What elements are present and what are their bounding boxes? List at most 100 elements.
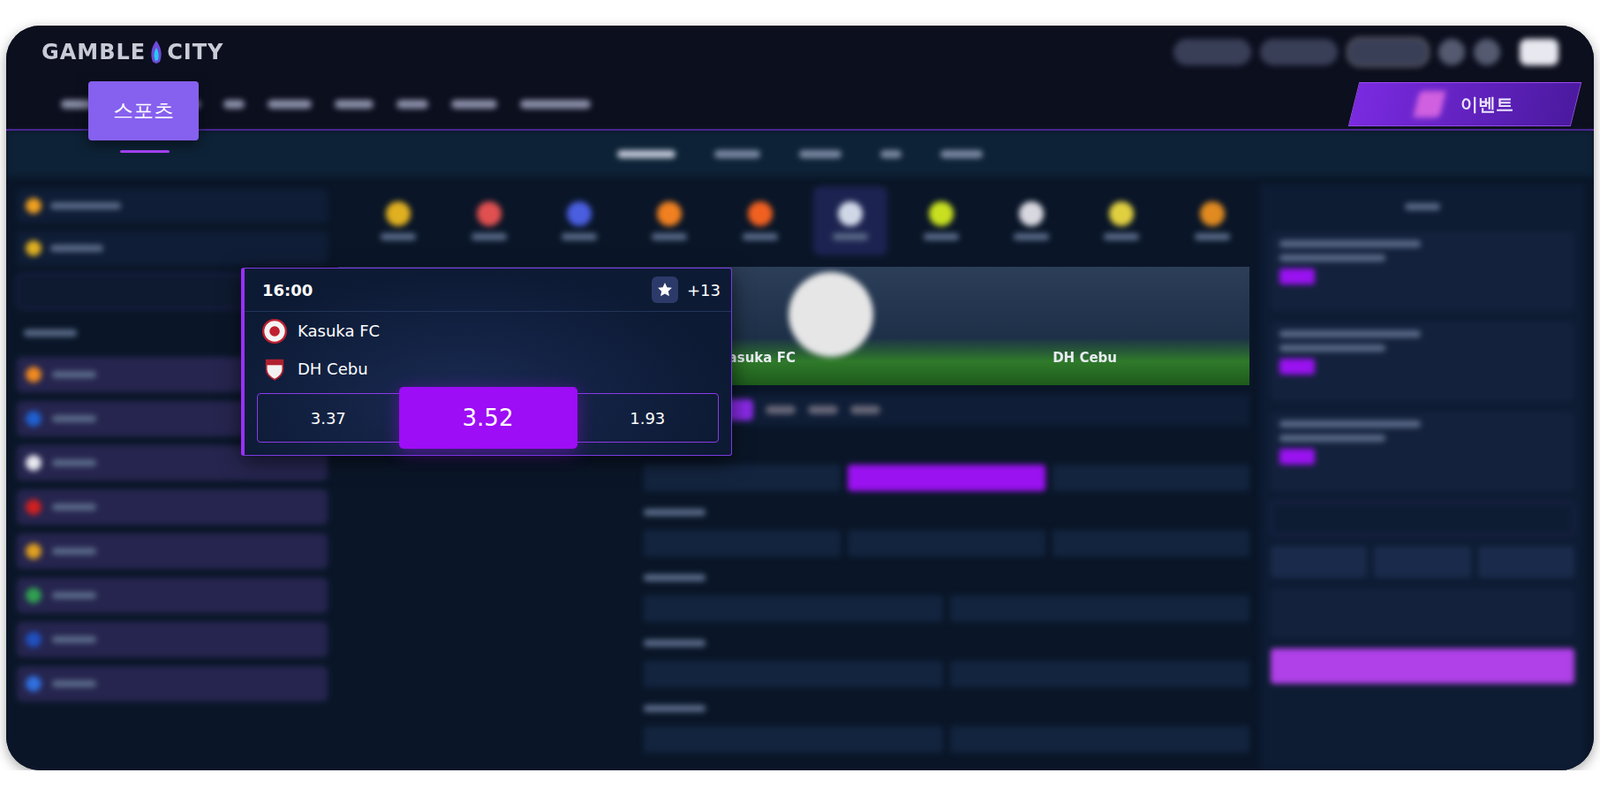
favorites-row[interactable] xyxy=(16,188,328,223)
match-card: 16:00 +13 Kasuka FC DH Cebu 3.373.521.93 xyxy=(241,267,733,456)
place-bet-button[interactable] xyxy=(1270,648,1575,684)
favorite-button[interactable] xyxy=(651,276,679,303)
sport-tab[interactable] xyxy=(723,186,798,256)
odds-cell[interactable] xyxy=(643,464,841,491)
sport-icon xyxy=(476,201,502,227)
banner-away: DH Cebu xyxy=(1052,349,1117,366)
market xyxy=(643,501,1250,557)
sub-nav-item[interactable] xyxy=(880,150,902,159)
bet-slip xyxy=(1260,183,1585,770)
odds-cell[interactable] xyxy=(847,529,1045,557)
sub-nav-item[interactable] xyxy=(940,150,983,159)
odds-cell[interactable] xyxy=(950,660,1250,687)
nav-item[interactable] xyxy=(396,99,429,109)
nav-item[interactable] xyxy=(223,99,245,109)
country-item[interactable] xyxy=(16,621,328,657)
sport-icons-row xyxy=(338,183,1250,258)
logo-left-text: GAMBLE xyxy=(41,39,146,65)
support-pill[interactable] xyxy=(1173,38,1252,66)
top-bar: GAMBLE CITY xyxy=(6,25,1594,79)
odds-cell[interactable] xyxy=(643,725,944,753)
deposit-pill[interactable] xyxy=(1346,37,1430,68)
ball-icon xyxy=(788,271,874,357)
nav-item[interactable] xyxy=(520,99,591,109)
sport-tab[interactable] xyxy=(813,186,888,256)
odds-cell[interactable] xyxy=(1052,464,1250,491)
sub-nav xyxy=(6,130,1594,177)
sub-nav-item[interactable] xyxy=(617,150,676,159)
event-button[interactable]: 이벤트 xyxy=(1348,82,1582,127)
sport-tab[interactable] xyxy=(451,186,526,256)
market-tabs xyxy=(643,393,1250,426)
sport-tab[interactable] xyxy=(361,186,436,256)
stake-field[interactable] xyxy=(1270,501,1575,536)
odds-button[interactable]: 3.37 xyxy=(257,396,400,440)
home-crest-icon xyxy=(262,318,287,344)
event-label: 이벤트 xyxy=(1460,91,1514,116)
star-icon xyxy=(656,280,674,299)
sport-tab[interactable] xyxy=(1084,186,1159,256)
sports-tab[interactable]: 스포츠 xyxy=(88,81,199,141)
sport-tab[interactable] xyxy=(542,186,617,256)
away-team: DH Cebu xyxy=(244,349,732,388)
sport-icon xyxy=(566,201,592,227)
card-header: 16:00 +13 xyxy=(244,268,732,312)
site-header: GAMBLE CITY 이벤트 xyxy=(6,25,1594,131)
logo-flame-icon xyxy=(147,38,166,66)
country-item[interactable] xyxy=(16,489,328,525)
logo[interactable]: GAMBLE CITY xyxy=(41,38,224,66)
sport-tab[interactable] xyxy=(1175,186,1250,256)
market xyxy=(643,436,1250,491)
odds-cell[interactable] xyxy=(643,660,944,687)
sport-icon xyxy=(1200,201,1225,227)
odds-cell[interactable] xyxy=(950,595,1250,622)
app-frame: GAMBLE CITY 이벤트 Kasuka FC DH Cebu 스포츠 16… xyxy=(6,25,1594,770)
odds-cell[interactable] xyxy=(847,464,1045,491)
settings-icon[interactable] xyxy=(1473,38,1501,66)
odds-cell[interactable] xyxy=(643,529,841,557)
main-nav: 이벤트 xyxy=(6,78,1594,129)
markets-list xyxy=(643,393,1250,770)
away-name: DH Cebu xyxy=(297,359,369,378)
away-crest-icon xyxy=(262,356,287,382)
country-item[interactable] xyxy=(16,533,328,569)
sport-icon xyxy=(928,201,954,227)
profile-icon[interactable] xyxy=(1438,38,1465,66)
slip-card xyxy=(1270,411,1575,491)
sport-icon xyxy=(385,201,411,227)
nav-item[interactable] xyxy=(451,99,498,109)
odds-cell[interactable] xyxy=(950,725,1250,753)
slip-card xyxy=(1270,321,1575,401)
language-flag-icon[interactable] xyxy=(1519,38,1559,66)
market xyxy=(643,697,1250,753)
sport-icon xyxy=(1018,201,1044,227)
odds-cell[interactable] xyxy=(643,595,944,622)
nav-item[interactable] xyxy=(334,99,374,109)
sport-tab[interactable] xyxy=(632,186,707,256)
sub-nav-item[interactable] xyxy=(714,150,761,159)
tournament-row[interactable] xyxy=(16,231,328,265)
odds-button[interactable]: 3.52 xyxy=(399,386,578,449)
tab-underline xyxy=(120,150,170,153)
more-markets[interactable]: +13 xyxy=(686,280,721,300)
home-name: Kasuka FC xyxy=(297,321,380,340)
sport-tab[interactable] xyxy=(994,186,1069,256)
gift-icon xyxy=(1412,90,1446,118)
header-actions xyxy=(1173,37,1559,68)
odds-row: 3.373.521.93 xyxy=(256,392,719,443)
odds-button[interactable]: 1.93 xyxy=(577,396,719,440)
country-item[interactable] xyxy=(16,665,328,702)
odds-cell[interactable] xyxy=(1052,529,1250,557)
slip-card xyxy=(1270,231,1575,311)
sport-icon xyxy=(837,201,863,227)
sport-icon xyxy=(656,201,682,227)
telegram-pill[interactable] xyxy=(1260,38,1338,66)
sport-icon xyxy=(1109,201,1134,227)
country-item[interactable] xyxy=(16,577,328,613)
quick-amounts xyxy=(1270,545,1575,578)
market xyxy=(643,566,1250,622)
home-team: Kasuka FC xyxy=(244,311,732,350)
sport-tab[interactable] xyxy=(903,186,978,256)
nav-item[interactable] xyxy=(267,99,312,109)
sub-nav-item[interactable] xyxy=(799,150,842,159)
